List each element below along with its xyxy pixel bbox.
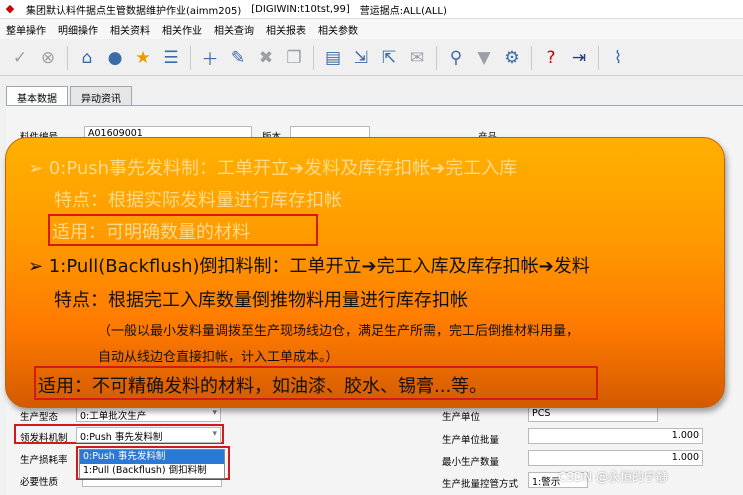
- menu-item-related-report[interactable]: 相关报表: [266, 22, 306, 37]
- tab-basic-data[interactable]: 基本数据: [6, 86, 68, 106]
- menu-bar: 整单操作 明细操作 相关资料 相关作业 相关查询 相关报表 相关参数: [0, 19, 743, 39]
- email-icon[interactable]: ✉: [403, 44, 431, 72]
- search-icon[interactable]: ⚲: [442, 44, 470, 72]
- add-icon[interactable]: ＋: [196, 44, 224, 72]
- pull-usage: 适用：不可精确发料的材料，如油漆、胶水、锡膏...等。: [38, 376, 488, 397]
- toolbar-separator: [313, 45, 314, 70]
- list-icon[interactable]: ☰: [157, 44, 185, 72]
- toolbar-separator: [531, 45, 532, 70]
- menu-item-related-query[interactable]: 相关查询: [214, 22, 254, 37]
- batch-label: 生产单位批量: [442, 435, 500, 446]
- push-feature: 特点：根据实际发料量进行库存扣帐: [54, 190, 342, 211]
- unit-field[interactable]: PCS: [528, 406, 658, 422]
- min-batch-label: 最小生产数量: [442, 457, 500, 468]
- menu-item-detail-ops[interactable]: 明细操作: [58, 22, 98, 37]
- print-icon[interactable]: ▤: [319, 44, 347, 72]
- issue-mechanism-value: 0:Push 事先发料制: [80, 432, 163, 443]
- toolbar-separator: [67, 45, 68, 70]
- home-icon[interactable]: ⌂: [73, 44, 101, 72]
- dropdown-option-push[interactable]: 0:Push 事先发料制: [80, 450, 224, 464]
- copy-icon[interactable]: ❐: [280, 44, 308, 72]
- batch-ctrl-label: 生产批量控管方式: [442, 479, 519, 490]
- min-batch-field[interactable]: 1.000: [528, 450, 703, 466]
- edit-icon[interactable]: ✎: [224, 44, 252, 72]
- attachment-icon[interactable]: ⌇: [604, 44, 632, 72]
- delete-icon[interactable]: ✖: [252, 44, 280, 72]
- dropdown-option-pull[interactable]: 1:Pull (Backflush) 倒扣料制: [80, 464, 224, 478]
- menu-item-related-params[interactable]: 相关参数: [318, 22, 358, 37]
- site-info: 营运据点:ALL(ALL): [359, 5, 447, 17]
- menu-item-related-data[interactable]: 相关资料: [110, 22, 150, 37]
- push-title: ➢ 0:Push事先发料制：工单开立➔发料及库存扣帐➔完工入库: [28, 158, 518, 179]
- toolbar-separator: [190, 45, 191, 70]
- filter-icon[interactable]: ▼: [470, 44, 498, 72]
- pull-feature: 特点：根据完工入库数量倒推物料用量进行库存扣帐: [54, 290, 468, 311]
- chevron-down-icon: ▾: [212, 408, 217, 418]
- toolbar-separator: [598, 45, 599, 70]
- chevron-down-icon: ▾: [212, 429, 217, 439]
- exit-icon[interactable]: ⇥: [565, 44, 593, 72]
- toolbar: ✓ ⊗ ⌂ ● ★ ☰ ＋ ✎ ✖ ❐ ▤ ⇲ ⇱ ✉ ⚲ ▼ ⚙ ? ⇥ ⌇: [0, 40, 743, 76]
- check-icon[interactable]: ✓: [6, 44, 34, 72]
- star-icon[interactable]: ★: [129, 44, 157, 72]
- tab-change-info[interactable]: 异动资讯: [70, 86, 132, 106]
- issue-mechanism-dropdown: 0:Push 事先发料制 1:Pull (Backflush) 倒扣料制: [79, 449, 225, 479]
- issue-mechanism-label: 领发料机制: [20, 433, 68, 444]
- production-type-select[interactable]: 0:工单批次生产 ▾: [76, 406, 221, 422]
- production-type-label: 生产型态: [20, 412, 59, 423]
- pull-note-1: （一般以最小发料量调拨至生产现场线边仓，满足生产所需，完工后倒推材料用量，: [98, 324, 580, 339]
- pull-note-2: 自动从线边仓直接扣帐，计入工单成本。）: [98, 350, 339, 365]
- pull-title: ➢ 1:Pull(Backflush)倒扣料制：工单开立➔完工入库及库存扣帐➔发…: [28, 256, 590, 277]
- watermark: CSDN @永恒的宁静: [558, 470, 669, 484]
- required-label: 必要性质: [20, 477, 59, 488]
- issue-mechanism-select[interactable]: 0:Push 事先发料制 ▾: [76, 427, 221, 443]
- unit-label: 生产单位: [442, 412, 481, 423]
- help-icon[interactable]: ?: [537, 44, 565, 72]
- batch-field[interactable]: 1.000: [528, 428, 703, 444]
- menu-item-related-jobs[interactable]: 相关作业: [162, 22, 202, 37]
- annotation-callout: ➢ 0:Push事先发料制：工单开立➔发料及库存扣帐➔完工入库 特点：根据实际发…: [5, 137, 725, 408]
- server-info: [DIGIWIN:t10tst,99]: [251, 3, 350, 15]
- production-type-value: 0:工单批次生产: [80, 411, 147, 422]
- loss-rate-label: 生产损耗率: [20, 455, 68, 466]
- cancel-icon[interactable]: ⊗: [34, 44, 62, 72]
- push-usage: 适用：可明确数量的材料: [52, 222, 250, 243]
- toolbar-separator: [436, 45, 437, 70]
- settings-icon[interactable]: ⚙: [498, 44, 526, 72]
- export-icon[interactable]: ⇲: [347, 44, 375, 72]
- import-icon[interactable]: ⇱: [375, 44, 403, 72]
- menu-item-whole-ops[interactable]: 整单操作: [6, 22, 46, 37]
- title-bar: ◆ 集团默认料件据点生管数据维护作业(aimm205) [DIGIWIN:t10…: [0, 0, 743, 19]
- tab-strip: 基本数据 异动资讯: [6, 86, 134, 106]
- app-logo-icon: ◆: [5, 2, 15, 15]
- window-title: 集团默认料件据点生管数据维护作业(aimm205): [26, 5, 242, 17]
- location-icon[interactable]: ●: [101, 44, 129, 72]
